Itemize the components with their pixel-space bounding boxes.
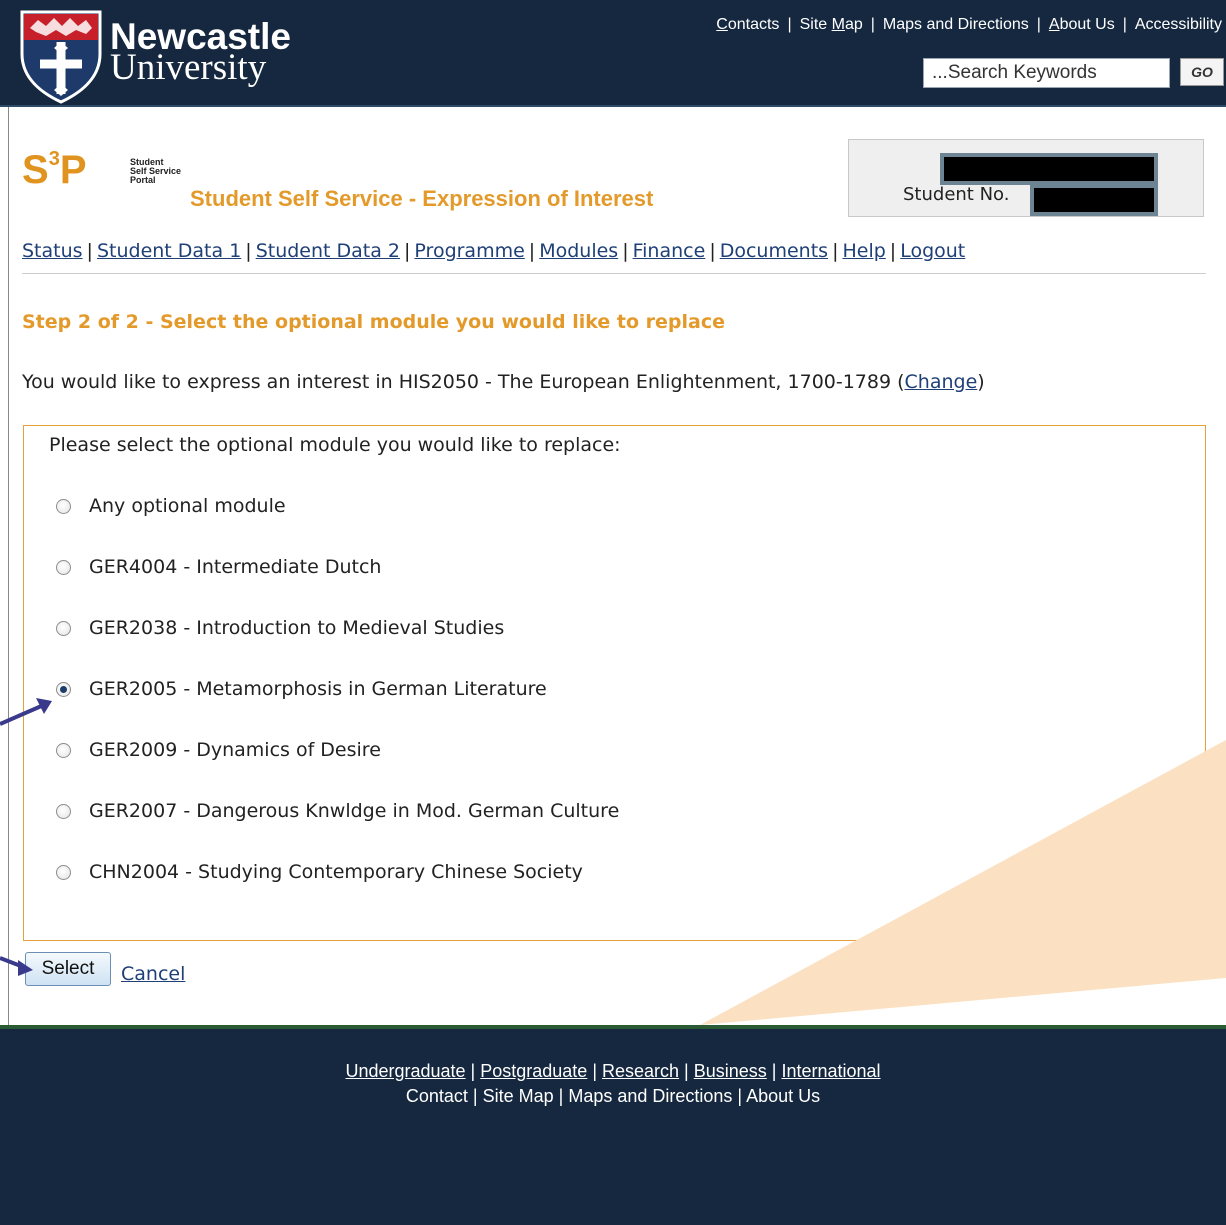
footer-international-link[interactable]: International xyxy=(781,1061,880,1081)
interest-statement: You would like to express an interest in… xyxy=(22,371,985,393)
contacts-link[interactable]: Contacts xyxy=(716,16,779,33)
footer-links-secondary: Contact | Site Map | Maps and Directions… xyxy=(405,1086,821,1106)
radio-button[interactable] xyxy=(56,620,71,636)
logo-text-university: University xyxy=(110,47,267,88)
redacted-student-number xyxy=(1030,184,1158,216)
nav-divider xyxy=(22,273,1206,274)
change-link[interactable]: Change xyxy=(905,371,978,393)
site-footer: Undergraduate | Postgraduate | Research … xyxy=(0,1025,1226,1225)
decorative-wedge xyxy=(700,740,1226,1025)
nav-modules[interactable]: Modules xyxy=(539,240,618,262)
annotation-arrow-icon xyxy=(0,698,52,726)
radio-button[interactable] xyxy=(56,498,71,514)
nav-documents[interactable]: Documents xyxy=(720,240,828,262)
footer-contact-link[interactable]: Contact xyxy=(406,1086,468,1106)
footer-maps-link[interactable]: Maps and Directions xyxy=(568,1086,732,1106)
search-go-button[interactable]: GO xyxy=(1180,58,1224,86)
footer-business-link[interactable]: Business xyxy=(694,1061,767,1081)
option-ger2005[interactable]: GER2005 - Metamorphosis in German Litera… xyxy=(56,675,547,703)
footer-links-primary: Undergraduate | Postgraduate | Research … xyxy=(345,1061,881,1081)
nav-status[interactable]: Status xyxy=(22,240,83,262)
option-any-module[interactable]: Any optional module xyxy=(56,492,286,520)
university-logo[interactable]: Newcastle University xyxy=(16,8,396,108)
nav-student-data-1[interactable]: Student Data 1 xyxy=(97,240,241,262)
footer-undergraduate-link[interactable]: Undergraduate xyxy=(345,1061,465,1081)
step-heading: Step 2 of 2 - Select the optional module… xyxy=(22,311,725,333)
options-prompt: Please select the optional module you wo… xyxy=(49,434,621,456)
footer-postgraduate-link[interactable]: Postgraduate xyxy=(480,1061,587,1081)
main-nav: Status | Student Data 1 | Student Data 2 | Pro… xyxy=(22,240,966,262)
shield-crest-icon xyxy=(20,10,102,104)
accessibility-link[interactable]: Accessibility xyxy=(1135,16,1222,33)
utility-links: Contacts | Site Map | Maps and Directions | Ab… xyxy=(716,16,1222,33)
footer-about-link[interactable]: About Us xyxy=(746,1086,820,1106)
nav-finance[interactable]: Finance xyxy=(633,240,706,262)
nav-logout[interactable]: Logout xyxy=(900,240,965,262)
student-info-box: Student No. xyxy=(848,139,1204,217)
radio-button[interactable] xyxy=(56,559,71,575)
search-input[interactable]: ...Search Keywords xyxy=(923,58,1170,88)
redacted-name xyxy=(940,153,1158,185)
option-ger2038[interactable]: GER2038 - Introduction to Medieval Studi… xyxy=(56,614,504,642)
footer-site-map-link[interactable]: Site Map xyxy=(483,1086,554,1106)
site-header: Newcastle University Contacts | Site Map | M… xyxy=(0,0,1226,107)
page-title: Student Self Service - Expression of Int… xyxy=(190,186,654,211)
nav-programme[interactable]: Programme xyxy=(414,240,524,262)
nav-student-data-2[interactable]: Student Data 2 xyxy=(256,240,400,262)
footer-research-link[interactable]: Research xyxy=(602,1061,679,1081)
s3p-subtitle: Student Self Service Portal xyxy=(130,157,182,185)
site-map-link[interactable]: Site Map xyxy=(800,16,863,33)
option-ger4004[interactable]: GER4004 - Intermediate Dutch xyxy=(56,553,381,581)
nav-help[interactable]: Help xyxy=(842,240,885,262)
maps-directions-link[interactable]: Maps and Directions xyxy=(883,16,1029,33)
student-number-label: Student No. xyxy=(903,184,1010,205)
about-us-link[interactable]: About Us xyxy=(1049,16,1115,33)
